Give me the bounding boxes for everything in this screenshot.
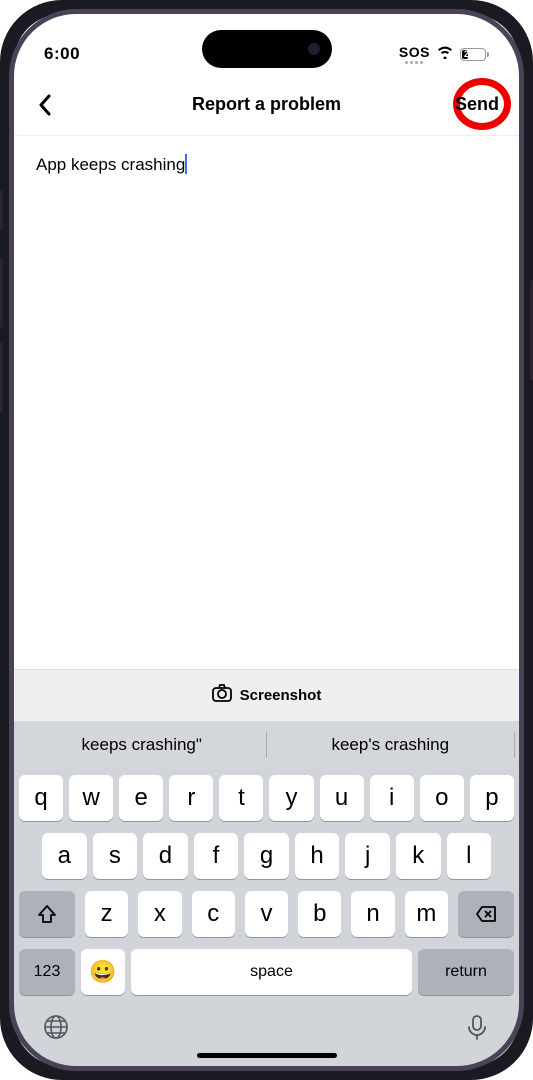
- key-p[interactable]: p: [470, 775, 514, 821]
- navigation-bar: Report a problem Send: [14, 72, 519, 136]
- key-o[interactable]: o: [420, 775, 464, 821]
- key-x[interactable]: x: [138, 891, 181, 937]
- key-i[interactable]: i: [370, 775, 414, 821]
- suggestion-1[interactable]: keeps crashing": [18, 727, 266, 763]
- key-a[interactable]: a: [42, 833, 87, 879]
- problem-text-area[interactable]: App keeps crashing: [14, 136, 519, 669]
- key-y[interactable]: y: [269, 775, 313, 821]
- key-d[interactable]: d: [143, 833, 188, 879]
- key-row-2: a s d f g h j k l: [14, 827, 519, 885]
- key-l[interactable]: l: [447, 833, 492, 879]
- key-v[interactable]: v: [245, 891, 288, 937]
- key-q[interactable]: q: [19, 775, 63, 821]
- key-b[interactable]: b: [298, 891, 341, 937]
- emoji-key[interactable]: 😀: [81, 949, 125, 995]
- numbers-key[interactable]: 123: [19, 949, 75, 995]
- key-r[interactable]: r: [169, 775, 213, 821]
- key-row-4: 123 😀 space return: [14, 943, 519, 1003]
- suggestion-2[interactable]: keep's crashing: [267, 727, 515, 763]
- space-key[interactable]: space: [131, 949, 412, 995]
- wifi-icon: [436, 45, 454, 64]
- key-e[interactable]: e: [119, 775, 163, 821]
- key-z[interactable]: z: [85, 891, 128, 937]
- shift-key[interactable]: [19, 891, 75, 937]
- key-j[interactable]: j: [345, 833, 390, 879]
- keyboard: keeps crashing" keep's crashing q w e r …: [14, 721, 519, 1066]
- key-s[interactable]: s: [93, 833, 138, 879]
- backspace-key[interactable]: [458, 891, 514, 937]
- back-button[interactable]: [32, 92, 58, 118]
- screenshot-label: Screenshot: [240, 687, 322, 704]
- home-indicator[interactable]: [197, 1053, 337, 1058]
- text-cursor: [185, 154, 187, 174]
- key-row-3: z x c v b n m: [14, 885, 519, 943]
- camera-icon: [212, 684, 232, 707]
- key-h[interactable]: h: [295, 833, 340, 879]
- key-m[interactable]: m: [405, 891, 448, 937]
- key-c[interactable]: c: [192, 891, 235, 937]
- screenshot-button[interactable]: Screenshot: [14, 669, 519, 721]
- status-time: 6:00: [44, 44, 80, 64]
- key-g[interactable]: g: [244, 833, 289, 879]
- key-row-1: q w e r t y u i o p: [14, 769, 519, 827]
- globe-button[interactable]: [42, 1013, 70, 1044]
- dynamic-island: [202, 30, 332, 68]
- return-key[interactable]: return: [418, 949, 514, 995]
- key-t[interactable]: t: [219, 775, 263, 821]
- key-k[interactable]: k: [396, 833, 441, 879]
- key-n[interactable]: n: [351, 891, 394, 937]
- battery-indicator: 27: [460, 48, 489, 61]
- key-w[interactable]: w: [69, 775, 113, 821]
- suggestion-bar: keeps crashing" keep's crashing: [14, 721, 519, 769]
- sos-indicator: SOS: [399, 44, 430, 64]
- send-button[interactable]: Send: [453, 90, 501, 119]
- key-f[interactable]: f: [194, 833, 239, 879]
- key-u[interactable]: u: [320, 775, 364, 821]
- problem-text: App keeps crashing: [36, 155, 185, 174]
- page-title: Report a problem: [192, 94, 341, 115]
- dictation-button[interactable]: [463, 1013, 491, 1044]
